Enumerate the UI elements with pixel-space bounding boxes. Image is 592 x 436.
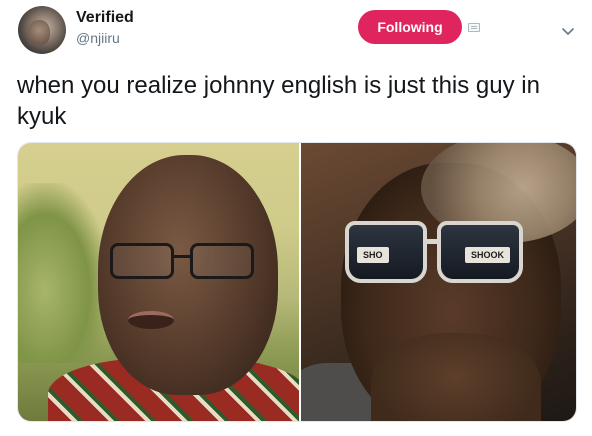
- user-handle[interactable]: @njiiru: [76, 30, 120, 46]
- sunglasses: SHO SHOOK: [345, 221, 525, 291]
- photo-right[interactable]: SHO SHOOK: [301, 143, 576, 421]
- eyeglasses: [110, 243, 260, 283]
- notification-icon[interactable]: [468, 23, 480, 32]
- shook-sticker-left: SHO: [357, 247, 389, 263]
- avatar[interactable]: [18, 6, 66, 54]
- hand-on-chin: [371, 333, 541, 421]
- mouth: [128, 311, 174, 329]
- photo-left[interactable]: [18, 143, 299, 421]
- tweet-media[interactable]: SHO SHOOK: [17, 142, 577, 422]
- chevron-down-icon[interactable]: [561, 25, 575, 39]
- shook-sticker-right: SHOOK: [465, 247, 511, 263]
- following-button[interactable]: Following: [358, 10, 462, 44]
- display-name[interactable]: Verified: [76, 9, 134, 27]
- tweet-text: when you realize johnny english is just …: [17, 72, 540, 130]
- background-foliage: [18, 183, 108, 363]
